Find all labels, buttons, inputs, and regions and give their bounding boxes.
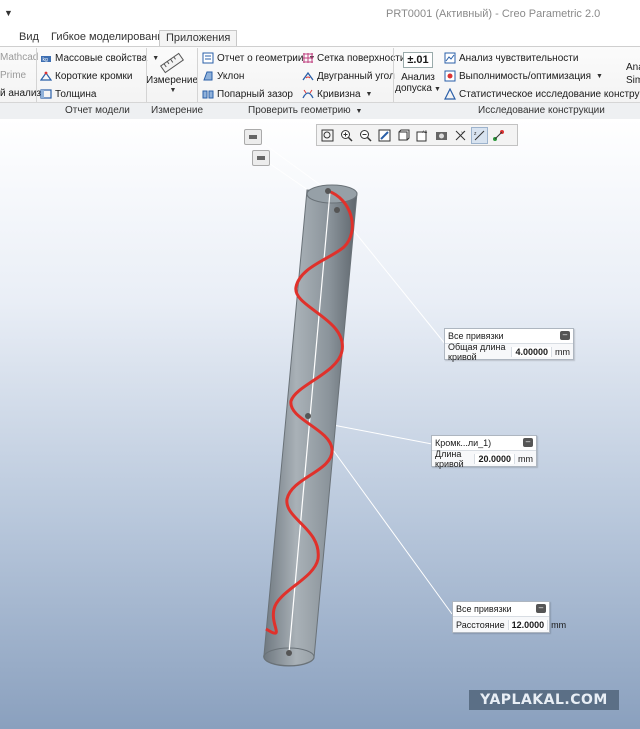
reference-point[interactable]	[286, 650, 292, 656]
sensitivity-icon	[444, 52, 456, 64]
ribbon-tabs: Вид Гибкое моделирование Приложения	[0, 30, 640, 46]
surface-mesh-icon	[303, 53, 313, 63]
window-title: PRT0001 (Активный) - Creo Parametric 2.0	[386, 8, 601, 20]
thickness-icon	[40, 89, 52, 99]
group-label-design-study: Исследование конструкции	[478, 105, 605, 116]
mathcad-button[interactable]: Mathcad	[0, 52, 38, 63]
curvature-icon	[302, 89, 314, 99]
measurement-tag[interactable]: Все привязки – Расстояние 12.0000 mm	[452, 601, 566, 633]
tab-flexible-modeling[interactable]: Гибкое моделирование	[45, 30, 176, 45]
mass-properties-button[interactable]: kg Массовые свойства ▼	[40, 52, 159, 64]
tag-header: Кромк...ли_1)	[435, 438, 492, 448]
model-canvas	[259, 140, 453, 667]
tag-value: 12.0000	[507, 619, 549, 630]
draft-button[interactable]: Уклон	[202, 70, 244, 82]
feasibility-optimization-button[interactable]: Выполнимость/оптимизация ▼	[444, 70, 603, 82]
curvature-button[interactable]: Кривизна ▼	[302, 88, 372, 100]
chevron-down-icon: ▼	[365, 90, 373, 98]
collapse-icon[interactable]: –	[523, 438, 533, 447]
tolerance-analysis-button[interactable]: ±.01 Анализ допуска ▼	[395, 52, 441, 94]
reference-point[interactable]	[305, 413, 311, 419]
dihedral-angle-icon	[302, 71, 314, 81]
group-label-measure: Измерение	[151, 105, 204, 116]
group-label-check-geometry[interactable]: Проверить геометрию ▼	[248, 105, 362, 116]
prime-button[interactable]: Prime	[0, 70, 26, 81]
collapse-icon[interactable]: –	[536, 604, 546, 613]
measurement-tag[interactable]: Все привязки – Общая длина кривой 4.00000 m…	[444, 328, 574, 362]
reference-point[interactable]	[334, 207, 340, 213]
tag-header: Все привязки	[456, 604, 512, 614]
dihedral-angle-button[interactable]: Двугранный угол	[302, 70, 395, 82]
tag-label: Расстояние	[456, 619, 505, 630]
tab-view[interactable]: Вид	[13, 30, 45, 45]
title-bar: ▼ PRT0001 (Активный) - Creo Parametric 2…	[0, 0, 640, 31]
tag-value: 20.0000	[474, 453, 515, 464]
watermark-logo: YAPLAKAL.COM	[469, 690, 619, 710]
ribbon-group-labels: Отчет модели Измерение Проверить геометр…	[0, 102, 640, 119]
statistical-design-study-button[interactable]: Статистическое исследование конструкции	[444, 88, 640, 100]
group-label-model-report: Отчет модели	[65, 105, 130, 116]
draft-icon	[203, 71, 213, 81]
surface-mesh-button[interactable]: Сетка поверхности	[302, 52, 405, 64]
tag-label: Длина кривой	[435, 448, 464, 469]
short-edges-icon	[40, 71, 52, 81]
svg-text:kg: kg	[43, 57, 49, 63]
optimization-icon	[444, 70, 456, 82]
simulation-analysis-button[interactable]: Ana Sim	[626, 62, 640, 86]
tag-unit: mm	[551, 619, 567, 630]
ruler-icon	[159, 52, 185, 74]
graphics-window[interactable]: AB Y z Все привязки – Общая длина кривой…	[0, 119, 640, 729]
mass-properties-icon: kg	[41, 56, 51, 63]
measurement-tag[interactable]: Кромк...ли_1) – Длина кривой 20.0000 mm	[431, 435, 537, 469]
tag-header: Все привязки	[448, 331, 504, 341]
collapse-icon[interactable]: –	[560, 331, 570, 340]
analysis-button[interactable]: й анализ	[0, 88, 41, 99]
chevron-down-icon: ▼	[169, 87, 177, 94]
geometry-report-icon	[202, 52, 214, 64]
tab-applications[interactable]: Приложения	[159, 30, 238, 46]
short-edges-button[interactable]: Короткие кромки	[40, 70, 133, 82]
tag-label: Общая длина кривой	[448, 341, 506, 362]
chevron-down-icon: ▼	[433, 86, 441, 93]
annotation-pin-icon[interactable]	[252, 150, 270, 166]
chevron-down-icon: ▼	[596, 72, 603, 80]
statistical-study-icon	[444, 88, 456, 100]
clearance-icon	[202, 90, 214, 99]
tag-unit: mm	[555, 346, 570, 357]
reference-point[interactable]	[325, 188, 331, 194]
geometry-report-button[interactable]: Отчет о геометрии▼	[202, 52, 315, 64]
sensitivity-analysis-button[interactable]: Анализ чувствительности	[444, 52, 578, 64]
annotation-pin-icon[interactable]	[244, 129, 262, 145]
tolerance-icon: ±.01	[403, 52, 433, 68]
measure-button[interactable]: Измерение ▼	[146, 52, 198, 94]
quick-access-dropdown-icon[interactable]: ▼	[4, 8, 13, 18]
pairwise-clearance-button[interactable]: Попарный зазор	[202, 88, 293, 100]
thickness-button[interactable]: Толщина	[40, 88, 96, 100]
tag-value: 4.00000	[511, 346, 552, 357]
tag-unit: mm	[518, 453, 533, 464]
